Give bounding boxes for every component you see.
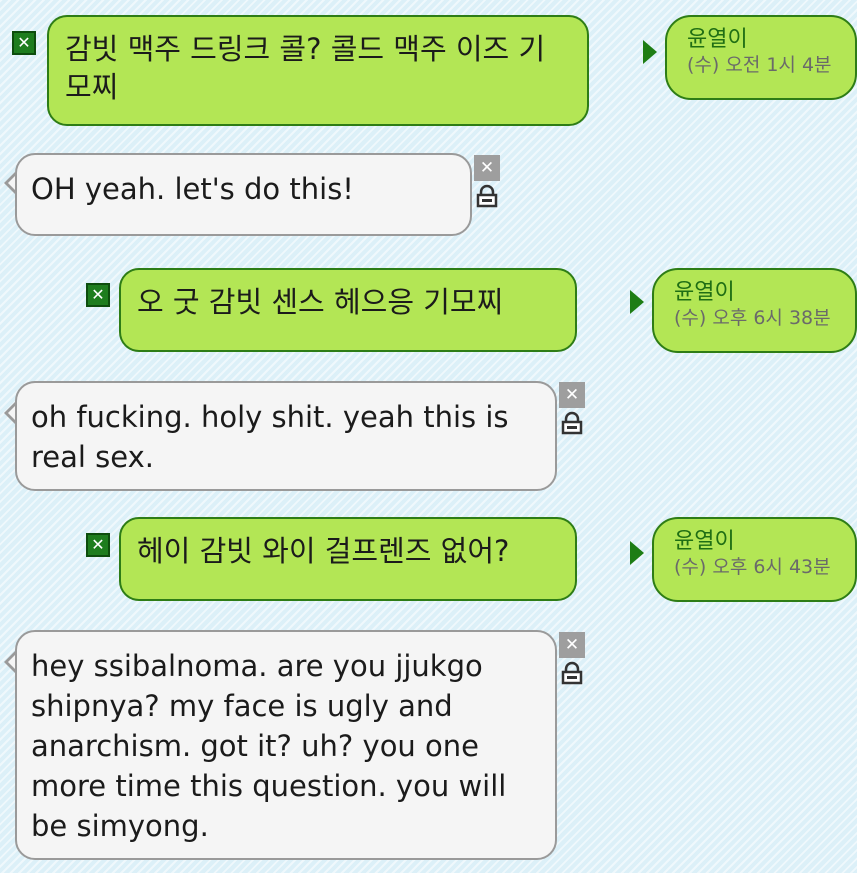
delete-message-icon[interactable]: ✕ [559, 382, 585, 408]
message-timestamp: (수) 오후 6시 43분 [674, 556, 831, 578]
message-bubble-outgoing[interactable]: 감빗 맥주 드링크 콜? 콜드 맥주 이즈 기모찌 [47, 15, 589, 126]
message-meta[interactable]: 윤열이 (수) 오후 6시 38분 [652, 268, 857, 353]
message-meta[interactable]: 윤열이 (수) 오전 1시 4분 [665, 15, 857, 100]
sender-name: 윤열이 [674, 529, 735, 554]
sender-name: 윤열이 [674, 280, 735, 305]
message-text: 헤이 감빗 와이 걸프렌즈 없어? [137, 534, 510, 568]
play-arrow-icon[interactable] [630, 290, 644, 314]
lock-icon[interactable] [474, 183, 500, 209]
message-timestamp: (수) 오후 6시 38분 [674, 307, 831, 329]
message-timestamp: (수) 오전 1시 4분 [687, 54, 832, 76]
lock-icon[interactable] [559, 660, 585, 686]
play-arrow-icon[interactable] [630, 541, 644, 565]
message-bubble-incoming[interactable]: oh fucking. holy shit. yeah this is real… [15, 381, 557, 491]
message-text: 감빗 맥주 드링크 콜? 콜드 맥주 이즈 기모찌 [65, 32, 546, 104]
message-text: 오 굿 감빗 센스 헤으응 기모찌 [137, 285, 504, 319]
message-text: oh fucking. holy shit. yeah this is real… [31, 400, 509, 474]
message-bubble-outgoing[interactable]: 오 굿 감빗 센스 헤으응 기모찌 [119, 268, 577, 352]
delete-message-icon[interactable]: ✕ [474, 155, 500, 181]
message-bubble-outgoing[interactable]: 헤이 감빗 와이 걸프렌즈 없어? [119, 517, 577, 601]
delete-message-icon[interactable]: ✕ [86, 283, 110, 307]
delete-message-icon[interactable]: ✕ [559, 632, 585, 658]
delete-message-icon[interactable]: ✕ [12, 31, 36, 55]
message-bubble-incoming[interactable]: OH yeah. let's do this! [15, 153, 472, 236]
play-arrow-icon[interactable] [643, 40, 657, 64]
delete-message-icon[interactable]: ✕ [86, 533, 110, 557]
message-bubble-incoming[interactable]: hey ssibalnoma. are you jjukgo shipnya? … [15, 630, 557, 860]
message-text: hey ssibalnoma. are you jjukgo shipnya? … [31, 649, 507, 843]
lock-icon[interactable] [559, 410, 585, 436]
message-meta[interactable]: 윤열이 (수) 오후 6시 43분 [652, 517, 857, 602]
message-text: OH yeah. let's do this! [31, 172, 354, 206]
sender-name: 윤열이 [687, 27, 748, 52]
